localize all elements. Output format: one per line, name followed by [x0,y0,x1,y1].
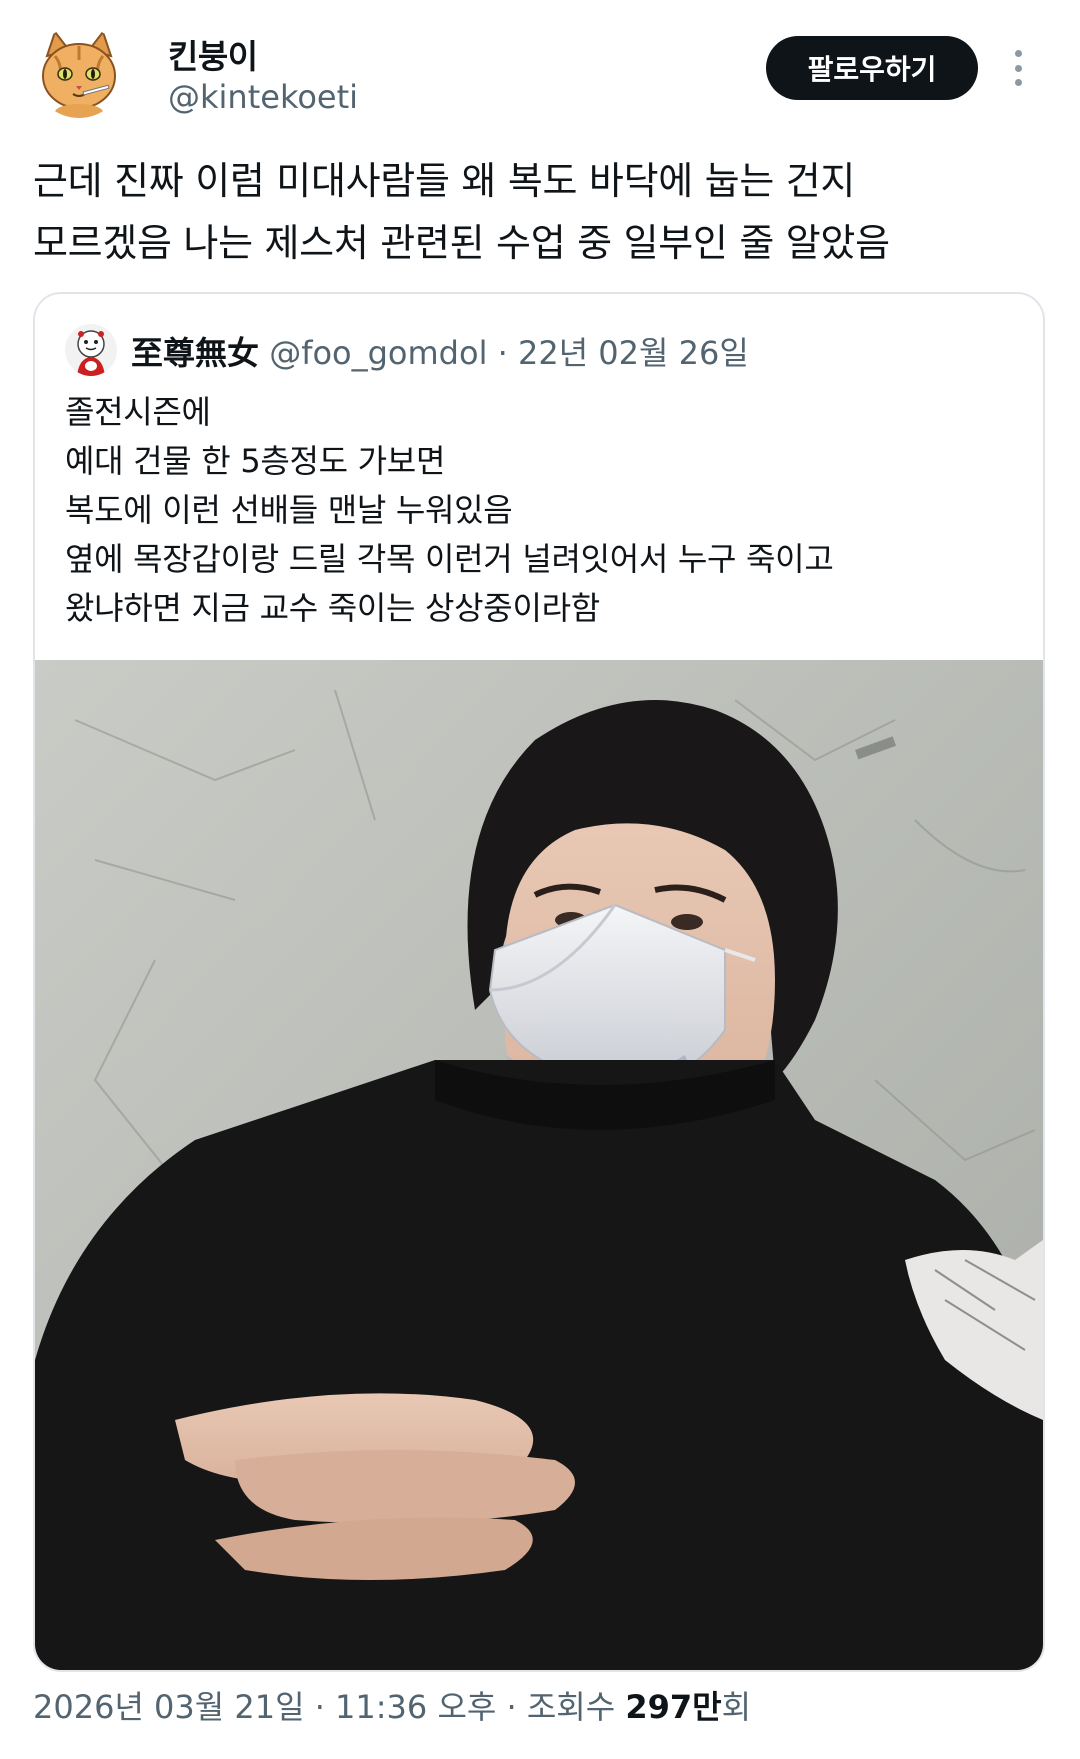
tweet-text: 근데 진짜 이럼 미대사람들 왜 복도 바닥에 눕는 건지 모르겠음 나는 제스… [33,150,1043,274]
quote-text-line: 왔냐하면 지금 교수 죽이는 상상중이라함 [65,589,600,627]
quote-text-line: 졸전시즌에 [65,393,211,431]
quote-author-name[interactable]: 至尊無女 [131,334,259,372]
character-avatar-icon [65,324,117,376]
quote-avatar[interactable] [65,324,117,376]
quote-author-handle[interactable]: @foo_gomdol [269,334,487,372]
cat-avatar-icon [33,26,125,118]
view-count: 297만 [625,1688,722,1726]
quote-date[interactable]: 22년 02월 26일 [518,334,749,372]
tweet-timestamp[interactable]: 2026년 03월 21일 · 11:36 오후 · 조회수 [33,1688,625,1726]
tweet-footer-meta: 2026년 03월 21일 · 11:36 오후 · 조회수 297만회 [33,1682,751,1728]
quote-text-line: 예대 건물 한 5층정도 가보면 [65,442,446,480]
tweet-text-line: 근데 진짜 이럼 미대사람들 왜 복도 바닥에 눕는 건지 [33,159,856,203]
author-name[interactable]: 킨붕이 [168,30,258,78]
separator-dot: · [497,334,508,372]
quote-media-photo[interactable] [35,660,1043,1670]
view-count-suffix: 회 [721,1688,752,1726]
quoted-tweet[interactable]: 至尊無女 @foo_gomdol · 22년 02월 26일 졸전시즌에 예대 … [33,292,1045,1672]
tweet-text-line: 모르겠음 나는 제스처 관련된 수업 중 일부인 줄 알았음 [33,221,890,265]
more-vertical-icon[interactable] [1006,44,1030,92]
quote-text-line: 복도에 이런 선배들 맨날 누워있음 [65,491,513,529]
follow-button[interactable]: 팔로우하기 [766,36,978,100]
quote-text: 졸전시즌에 예대 건물 한 5층정도 가보면 복도에 이런 선배들 맨날 누워있… [65,388,834,633]
quote-header: 至尊無女 @foo_gomdol · 22년 02월 26일 [131,328,749,374]
author-handle[interactable]: @kintekoeti [168,78,358,116]
author-avatar[interactable] [33,26,125,118]
photo-man-lying-on-floor-white-mask [35,660,1043,1670]
tweet-header: 킨붕이 @kintekoeti 팔로우하기 [0,0,1080,140]
quote-text-line: 옆에 목장갑이랑 드릴 각목 이런거 널려잇어서 누구 죽이고 [65,540,834,578]
